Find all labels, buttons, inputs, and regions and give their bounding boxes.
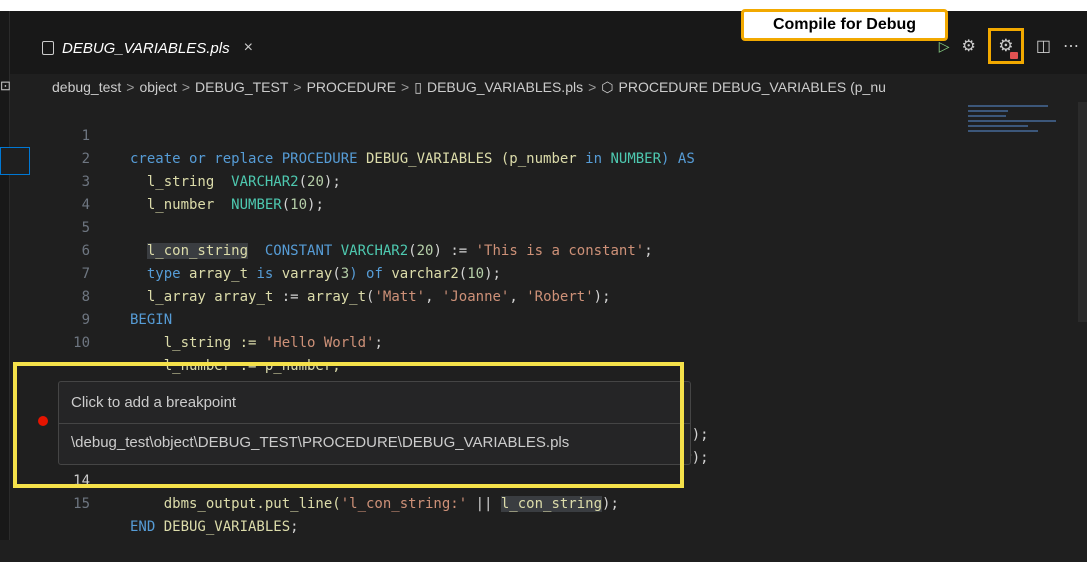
tab-title: DEBUG_VARIABLES.pls (62, 39, 230, 57)
breadcrumb: debug_test > object > DEBUG_TEST > PROCE… (52, 74, 1087, 100)
code-line: 2 l_string VARCHAR2(20); (10, 125, 1070, 190)
debug-badge-icon (1009, 52, 1018, 59)
code-line: 7 l_array array_t := array_t('Matt', 'Jo… (10, 240, 1070, 305)
breadcrumb-separator: > (401, 79, 410, 95)
compile-icon[interactable]: ⚙ (962, 36, 976, 56)
breadcrumb-item[interactable]: DEBUG_VARIABLES.pls (427, 79, 583, 95)
file-icon (42, 41, 54, 55)
tooltip-divider (59, 423, 690, 424)
code-line: 8 BEGIN (10, 263, 1070, 328)
breadcrumb-separator: > (126, 79, 135, 95)
breadcrumb-separator: > (181, 79, 191, 95)
breadcrumb-item[interactable]: debug_test (52, 79, 121, 95)
compile-for-debug-button[interactable]: ⚙ (987, 28, 1024, 64)
compile-for-debug-callout: Compile for Debug (741, 9, 948, 41)
tooltip-file-path: \debug_test\object\DEBUG_TEST\PROCEDURE\… (71, 434, 570, 451)
line-number: 10 (73, 335, 90, 351)
breadcrumb-item[interactable]: DEBUG_TEST (195, 79, 288, 95)
scrollbar-thumb[interactable] (1078, 102, 1087, 322)
outline-icon: ⊡ (0, 78, 11, 93)
breakpoint-dot-icon[interactable] (38, 416, 48, 426)
breadcrumb-separator: > (293, 79, 302, 95)
split-editor-icon[interactable]: ◫ (1036, 36, 1051, 56)
code-line: 10 l_number := p_number; (10, 309, 1070, 374)
code-line: 9 l_string := 'Hello World'; (10, 286, 1070, 351)
minimap[interactable] (968, 102, 1063, 162)
breakpoint-tooltip: Click to add a breakpoint \debug_test\ob… (58, 381, 691, 465)
code-line: 6 type array_t is varray(3) of varchar2(… (10, 217, 1070, 282)
vertical-scrollbar[interactable] (1078, 102, 1087, 540)
breadcrumb-item[interactable]: PROCEDURE DEBUG_VARIABLES (p_nu (619, 79, 886, 95)
procedure-icon: ⬡ (601, 78, 614, 95)
breadcrumb-separator: > (588, 79, 597, 95)
breadcrumb-item[interactable]: object (139, 79, 176, 95)
code-line: 4 (10, 171, 1070, 213)
more-actions-icon[interactable]: ⋯ (1063, 36, 1079, 56)
file-icon: ▯ (414, 78, 422, 95)
tooltip-message: Click to add a breakpoint (71, 394, 237, 411)
breadcrumb-item[interactable]: PROCEDURE (307, 79, 396, 95)
code-line: 15 END DEBUG_VARIABLES; (10, 470, 1070, 535)
close-tab-button[interactable]: × (244, 39, 253, 57)
code-line: 5 l_con_string CONSTANT VARCHAR2(20) := … (10, 194, 1070, 259)
editor-tab[interactable]: DEBUG_VARIABLES.pls × (42, 33, 253, 63)
line-number: 15 (73, 496, 90, 512)
code-line: 3 l_number NUMBER(10); (10, 148, 1070, 213)
code-line: 1 create or replace PROCEDURE DEBUG_VARI… (10, 102, 1070, 167)
code-editor[interactable]: 1 create or replace PROCEDURE DEBUG_VARI… (10, 102, 1070, 540)
editor-actions: ▷ ⚙ ⚙ ◫ ⋯ (939, 23, 1087, 69)
